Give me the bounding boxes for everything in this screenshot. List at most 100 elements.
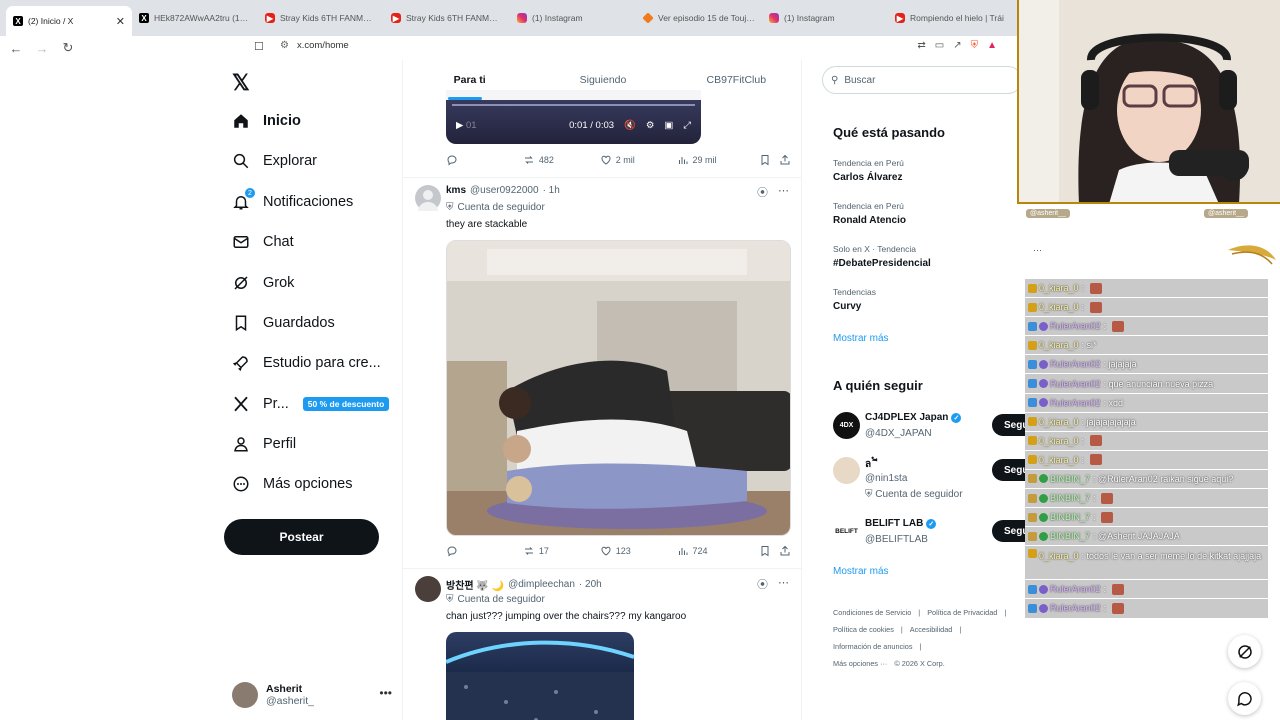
nav-item-más-opciones[interactable]: Más opciones	[232, 471, 352, 497]
author-name[interactable]: kms	[446, 185, 466, 196]
post-button[interactable]: Postear	[224, 519, 379, 555]
avatar	[833, 457, 860, 484]
nav-item-chat[interactable]: Chat	[232, 229, 294, 255]
share-icon[interactable]	[779, 545, 791, 557]
share-icon[interactable]	[779, 154, 791, 166]
reply-button[interactable]	[446, 154, 523, 166]
nav-item-perfil[interactable]: Perfil	[232, 431, 296, 457]
trend-item[interactable]: Solo en X · Tendencia #DebatePresidencial	[833, 244, 931, 269]
x-logo-icon[interactable]: 𝕏	[232, 70, 250, 96]
browser-tab[interactable]: (1) Instagram	[762, 4, 888, 32]
avatar[interactable]	[415, 185, 441, 211]
url-field[interactable]: ⚙ x.com/home	[280, 40, 349, 51]
brave-rewards-icon[interactable]: ▲	[987, 40, 997, 51]
footer-link[interactable]: Más opciones ···	[833, 659, 887, 668]
nav-item-notificaciones[interactable]: 2 Notificaciones	[232, 188, 353, 215]
play-icon[interactable]: ▶ 01	[456, 120, 477, 131]
emote-icon	[1111, 602, 1124, 614]
search-input[interactable]: ⚲ Buscar	[822, 66, 1022, 94]
browser-tab[interactable]: ▶ Stray Kids 6TH FANMEETI	[258, 4, 384, 32]
more-icon[interactable]: ⋯	[1033, 245, 1042, 256]
views-stat[interactable]: 29 mil	[677, 154, 760, 166]
shield-icon: ⛨	[446, 202, 454, 213]
nav-label: Pr...	[263, 396, 289, 412]
browser-tab[interactable]: X (2) Inicio / X ✕	[6, 6, 132, 36]
nav-item-inicio[interactable]: Inicio	[232, 108, 301, 134]
tweet-photo[interactable]	[446, 632, 634, 720]
tab-para-ti[interactable]: Para ti	[403, 60, 536, 100]
browser-tab[interactable]: ▶ Stray Kids 6TH FANMEETI	[384, 4, 510, 32]
author-name[interactable]: 방찬편 🐺 🌙	[446, 577, 504, 592]
browser-tab[interactable]: ▶ Rompiendo el hielo | Trái	[888, 4, 1014, 32]
trend-item[interactable]: Tendencia en Perú Ronald Atencio	[833, 201, 906, 226]
show-more-follows[interactable]: Mostrar más	[833, 566, 889, 577]
chat-badge-icon	[1028, 531, 1037, 541]
browser-tab[interactable]: X HEk872AWwAA2tru (1836	[132, 4, 258, 32]
close-icon[interactable]: ✕	[116, 15, 125, 28]
chat-badge-icon	[1039, 321, 1048, 331]
author-handle[interactable]: @user0922000	[470, 185, 539, 196]
grok-icon[interactable]	[1228, 635, 1261, 668]
messages-icon[interactable]	[1228, 682, 1261, 715]
account-switcher[interactable]: Asherit @asherit_ •••	[232, 680, 392, 710]
pip-icon[interactable]: ▣	[664, 120, 673, 131]
nav-label: Grok	[263, 275, 295, 291]
trend-item[interactable]: Tendencias Curvy	[833, 287, 876, 312]
fullscreen-icon[interactable]: ⤢	[683, 120, 691, 131]
views-stat[interactable]: 724	[677, 545, 760, 557]
grok-icon[interactable]: ⦿	[757, 576, 768, 592]
tab-siguiendo[interactable]: Siguiendo	[536, 60, 669, 100]
nav-item-explorar[interactable]: Explorar	[232, 148, 317, 174]
timeline: Para ti Siguiendo CB97FitClub ▶ 01 0:01 …	[402, 60, 802, 720]
more-icon[interactable]: ⋯	[778, 576, 789, 592]
video-progress-bar[interactable]	[452, 104, 695, 106]
tab-cb97fitclub[interactable]: CB97FitClub	[670, 60, 801, 100]
browser-tab[interactable]: Ver episodio 15 de Toujim	[636, 4, 762, 32]
browser-tab[interactable]: (1) Instagram	[510, 4, 636, 32]
reload-icon[interactable]: ↻	[58, 40, 78, 56]
retweet-button[interactable]: 482	[523, 154, 600, 166]
nav-item-guardados[interactable]: Guardados	[232, 310, 335, 336]
nav-label: Más opciones	[263, 476, 353, 492]
settings-icon[interactable]: ⚙	[646, 120, 655, 131]
site-settings-icon[interactable]: ⚙	[280, 40, 289, 51]
nav-item-estudio-para-cre[interactable]: Estudio para cre...	[232, 350, 381, 376]
footer-link[interactable]: © 2026 X Corp.	[894, 659, 944, 668]
footer-link[interactable]: Política de Privacidad	[927, 608, 997, 617]
footer-link[interactable]: Política de cookies	[833, 625, 894, 634]
show-more-trends[interactable]: Mostrar más	[833, 333, 889, 344]
reply-button[interactable]	[446, 545, 523, 557]
forward-icon[interactable]: →	[32, 41, 52, 56]
grok-icon[interactable]: ⦿	[757, 184, 768, 200]
cast-icon[interactable]: ▭	[935, 40, 944, 51]
footer-link[interactable]: Información de anuncios	[833, 642, 913, 651]
back-icon[interactable]: ←	[6, 41, 26, 56]
nav-item-grok[interactable]: Grok	[232, 270, 294, 296]
tweet-time[interactable]: · 20h	[579, 579, 602, 590]
brave-shield-icon[interactable]: ⛨	[971, 40, 979, 51]
mute-icon[interactable]: 🔇	[624, 120, 636, 131]
avatar[interactable]	[415, 576, 441, 602]
like-button[interactable]: 2 mil	[600, 154, 677, 166]
bookmark-page-icon[interactable]: ☐	[254, 40, 264, 53]
trend-item[interactable]: Tendencia en Perú Carlos Álvarez	[833, 158, 904, 183]
tweet-photo[interactable]	[446, 240, 791, 536]
social-context: ⛨ Cuenta de seguidor	[446, 202, 545, 213]
author-handle[interactable]: @dimpleechan	[508, 579, 575, 590]
more-icon[interactable]: •••	[379, 686, 392, 700]
more-icon[interactable]: ⋯	[778, 184, 789, 200]
share-icon[interactable]: ↗	[953, 40, 961, 51]
bookmark-icon[interactable]	[759, 545, 779, 557]
nav-item-pr[interactable]: Pr... 50 % de descuento	[232, 391, 390, 417]
translate-icon[interactable]: ⇄	[917, 40, 925, 51]
tweet-time[interactable]: · 1h	[543, 185, 560, 196]
chat-badge-icon	[1039, 603, 1048, 613]
promo-badge[interactable]: 50 % de descuento	[302, 397, 390, 411]
footer-link[interactable]: Accesibilidad	[910, 625, 953, 634]
footer-link[interactable]: Condiciones de Servicio	[833, 608, 911, 617]
bookmark-icon[interactable]	[759, 154, 779, 166]
streamer-webcam	[1017, 0, 1280, 204]
retweet-button[interactable]: 17	[523, 545, 600, 557]
chat-badge-icon	[1039, 398, 1048, 408]
like-button[interactable]: 123	[600, 545, 677, 557]
